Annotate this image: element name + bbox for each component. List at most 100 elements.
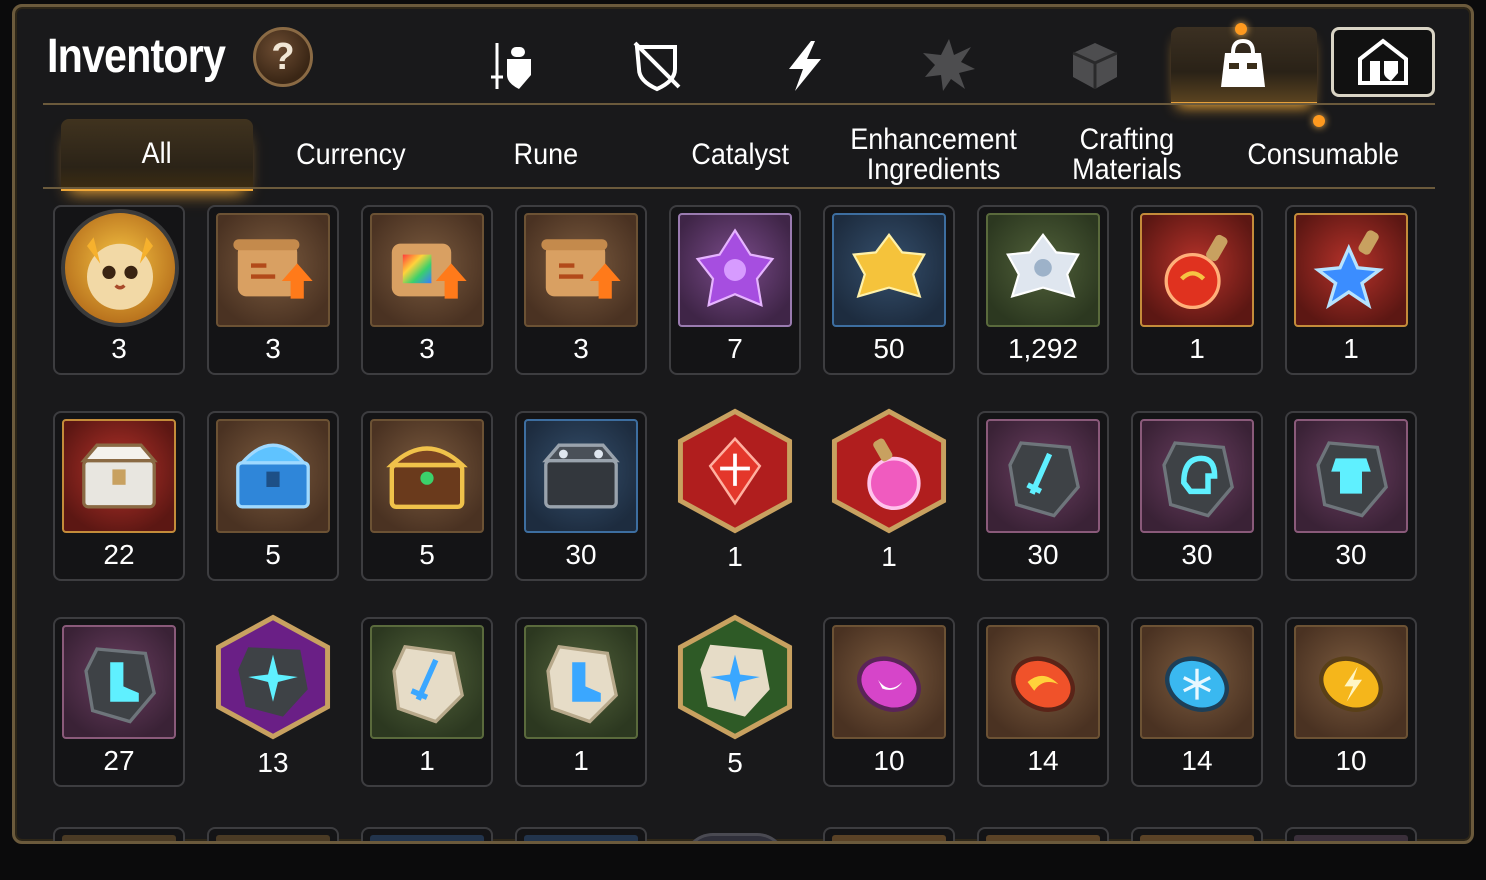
category-no-equip[interactable] (625, 33, 689, 97)
tab-rune[interactable]: Rune (461, 119, 631, 191)
item-slot-blue-chest[interactable]: 5 (207, 411, 339, 581)
frame-corner (1452, 822, 1471, 841)
item-slot-scroll-upgrade-rainbow[interactable]: 3 (361, 205, 493, 375)
item-slot-scroll-upgrade-b[interactable]: 3 (515, 205, 647, 375)
item-slot-red-gem-hex[interactable]: 1 (669, 408, 801, 581)
item-count: 1 (727, 541, 743, 572)
item-slot-rune-boots[interactable]: 27 (53, 617, 185, 787)
item-count: 30 (1335, 539, 1367, 570)
storage-button[interactable] (1331, 27, 1435, 97)
tab-crafting-materials[interactable]: Crafting Materials (1043, 119, 1211, 191)
item-slot-gold-crystal[interactable]: 50 (823, 205, 955, 375)
burst-icon (923, 39, 975, 91)
item-slot-pink-potion-hex[interactable]: 1 (823, 408, 955, 581)
item-count: 10 (1335, 745, 1367, 776)
item-count: 3 (111, 333, 127, 364)
item-slot-partial[interactable] (53, 827, 185, 841)
item-slot-partial[interactable] (1131, 827, 1263, 841)
rune-boots-icon (62, 625, 176, 739)
item-count: 3 (573, 333, 589, 364)
item-count: 13 (257, 747, 289, 778)
item-count: 14 (1181, 745, 1213, 776)
item-count: 1 (573, 745, 589, 776)
item-slot-purple-crystal[interactable]: 7 (669, 205, 801, 375)
stone-star-icon (673, 609, 797, 745)
item-slot-partial[interactable] (669, 827, 801, 841)
item-count: 1,292 (1007, 333, 1079, 364)
rune-sword-icon (986, 419, 1100, 533)
category-equipment[interactable] (481, 33, 545, 97)
lightning-icon (789, 41, 821, 91)
item-count: 5 (419, 539, 435, 570)
item-slot-dark-chest[interactable]: 30 (515, 411, 647, 581)
item-slot-fire-orb[interactable]: 14 (977, 617, 1109, 787)
item-slot-moon-orb[interactable]: 10 (823, 617, 955, 787)
star-potion-icon (1294, 213, 1408, 327)
cube-icon (1072, 43, 1118, 89)
tab-enhancement-ingredients[interactable]: Enhancement Ingredients (833, 119, 1035, 191)
item-slot-star-potion[interactable]: 1 (1285, 205, 1417, 375)
item-count: 1 (1343, 333, 1359, 364)
item-count: 27 (103, 745, 135, 776)
item-count: 10 (873, 745, 905, 776)
item-slot-rune-sword[interactable]: 30 (977, 411, 1109, 581)
blue-chest-icon (216, 419, 330, 533)
fire-orb-icon (986, 625, 1100, 739)
item-count: 7 (727, 333, 743, 364)
bag-icon (1221, 38, 1265, 87)
item-slot-red-potion[interactable]: 1 (1131, 205, 1263, 375)
category-skills[interactable] (773, 33, 837, 97)
item-count: 1 (881, 541, 897, 572)
item-count: 14 (1027, 745, 1059, 776)
item-slot-partial[interactable] (515, 827, 647, 841)
creature-portrait-icon (61, 209, 179, 327)
item-slot-rune-star-hex[interactable]: 13 (207, 614, 339, 787)
tab-currency[interactable]: Currency (263, 119, 439, 191)
item-slot-gold-chest[interactable]: 5 (361, 411, 493, 581)
rune-star-icon (211, 609, 335, 745)
storage-house-icon (1358, 38, 1408, 85)
tab-all[interactable]: All (61, 119, 253, 191)
header-divider (43, 103, 1435, 105)
stone-sword-icon (370, 625, 484, 739)
gold-chest-icon (370, 419, 484, 533)
item-slot-rune-armor[interactable]: 30 (1285, 411, 1417, 581)
category-bag[interactable] (1211, 33, 1275, 97)
frame-corner (1452, 7, 1471, 26)
ice-orb-icon (1140, 625, 1254, 739)
item-slot-lightning-orb[interactable]: 10 (1285, 617, 1417, 787)
item-count: 5 (727, 747, 743, 778)
item-slot-ice-orb[interactable]: 14 (1131, 617, 1263, 787)
tab-consumable[interactable]: Consumable (1225, 119, 1421, 191)
moon-orb-icon (832, 625, 946, 739)
item-slot-stone-sword[interactable]: 1 (361, 617, 493, 787)
stone-boots-icon (524, 625, 638, 739)
item-slot-partial[interactable] (977, 827, 1109, 841)
item-slot-stone-star-hex[interactable]: 5 (669, 614, 801, 787)
tab-catalyst[interactable]: Catalyst (655, 119, 825, 191)
category-artifact[interactable] (917, 33, 981, 97)
frame-corner (15, 822, 34, 841)
inventory-window: Inventory ? All Currency Rune Catalyst E… (12, 4, 1474, 844)
red-gem-icon (673, 403, 797, 539)
red-potion-icon (1140, 213, 1254, 327)
item-slot-phantasma-summon-token[interactable]: 3 (53, 205, 185, 375)
item-slot-partial[interactable] (823, 827, 955, 841)
item-slot-partial[interactable] (361, 827, 493, 841)
frame-corner (15, 7, 34, 26)
item-count: 3 (265, 333, 281, 364)
item-slot-rune-helmet[interactable]: 30 (1131, 411, 1263, 581)
item-slot-partial[interactable] (1285, 827, 1417, 841)
item-slot-silver-crystal[interactable]: 1,292 (977, 205, 1109, 375)
item-slot-partial[interactable] (207, 827, 339, 841)
item-count: 1 (1189, 333, 1205, 364)
dark-chest-icon (524, 419, 638, 533)
purple-crystal-icon (678, 213, 792, 327)
item-slot-scroll-upgrade-a[interactable]: 3 (207, 205, 339, 375)
item-slot-silver-chest[interactable]: 22 (53, 411, 185, 581)
category-box[interactable] (1063, 33, 1127, 97)
item-slot-stone-boots[interactable]: 1 (515, 617, 647, 787)
help-button[interactable]: ? (253, 27, 313, 87)
item-count: 1 (419, 745, 435, 776)
item-count: 50 (873, 333, 905, 364)
